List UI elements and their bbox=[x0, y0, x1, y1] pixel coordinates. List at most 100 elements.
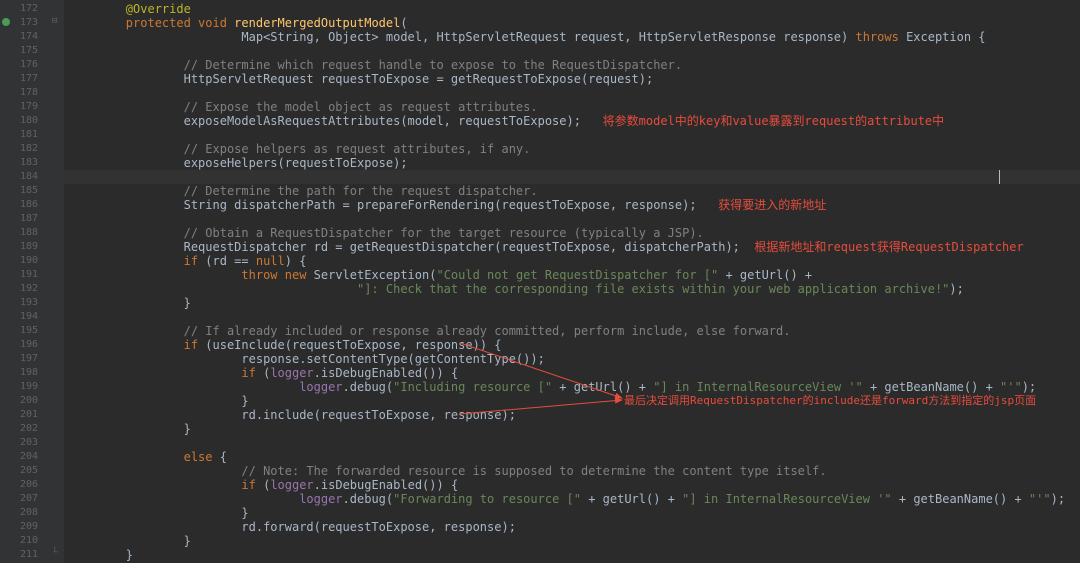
line-number: 193 bbox=[0, 296, 50, 310]
code-line[interactable]: if (logger.isDebugEnabled()) { bbox=[64, 478, 1080, 492]
code-token: throws bbox=[855, 30, 906, 44]
code-line[interactable]: // Expose the model object as request at… bbox=[64, 100, 1080, 114]
code-editor[interactable]: 1721731741751761771781791801811821831841… bbox=[0, 0, 1080, 563]
code-token: RequestDispatcher rd = getRequestDispatc… bbox=[184, 240, 740, 254]
code-line[interactable]: // Note: The forwarded resource is suppo… bbox=[64, 464, 1080, 478]
code-line[interactable] bbox=[64, 436, 1080, 450]
code-line[interactable]: // Expose helpers as request attributes,… bbox=[64, 142, 1080, 156]
line-number: 211 bbox=[0, 548, 50, 562]
code-line[interactable]: @Override bbox=[64, 2, 1080, 16]
code-line[interactable]: } bbox=[64, 506, 1080, 520]
code-token: { bbox=[220, 450, 227, 464]
line-number: 174 bbox=[0, 30, 50, 44]
code-token: } bbox=[241, 394, 248, 408]
code-line[interactable]: // Determine the path for the request di… bbox=[64, 184, 1080, 198]
line-number: 201 bbox=[0, 408, 50, 422]
code-line[interactable]: logger.debug("Forwarding to resource [" … bbox=[64, 492, 1080, 506]
line-number: 178 bbox=[0, 86, 50, 100]
code-token: exposeHelpers(requestToExpose); bbox=[184, 156, 408, 170]
code-token: ( bbox=[400, 16, 407, 30]
line-number: 189 bbox=[0, 240, 50, 254]
line-number: 175 bbox=[0, 44, 50, 58]
code-token bbox=[697, 198, 719, 212]
line-number: 176 bbox=[0, 58, 50, 72]
code-token: .debug( bbox=[343, 492, 394, 506]
code-line[interactable] bbox=[64, 128, 1080, 142]
code-token: "'" bbox=[1029, 492, 1051, 506]
code-line[interactable] bbox=[64, 212, 1080, 226]
line-number: 179 bbox=[0, 100, 50, 114]
text-caret bbox=[999, 170, 1000, 184]
code-token: // Determine which request handle to exp… bbox=[184, 58, 683, 72]
code-token: } bbox=[126, 548, 133, 562]
code-token: (rd == bbox=[205, 254, 256, 268]
code-line[interactable]: else { bbox=[64, 450, 1080, 464]
code-token: ); bbox=[949, 282, 963, 296]
line-number: 195 bbox=[0, 324, 50, 338]
code-line[interactable]: if (rd == null) { bbox=[64, 254, 1080, 268]
code-line[interactable]: rd.forward(requestToExpose, response); bbox=[64, 520, 1080, 534]
code-line[interactable] bbox=[64, 86, 1080, 100]
code-line[interactable]: Map<String, Object> model, HttpServletRe… bbox=[64, 30, 1080, 44]
code-token: // If already included or response alrea… bbox=[184, 324, 791, 338]
code-line[interactable]: throw new ServletException("Could not ge… bbox=[64, 268, 1080, 282]
gutter-override-mark bbox=[2, 18, 10, 26]
code-token: Exception { bbox=[906, 30, 985, 44]
code-line[interactable]: HttpServletRequest requestToExpose = get… bbox=[64, 72, 1080, 86]
code-line[interactable]: if (logger.isDebugEnabled()) { bbox=[64, 366, 1080, 380]
code-line[interactable]: } bbox=[64, 296, 1080, 310]
code-line[interactable] bbox=[64, 44, 1080, 58]
code-token: 获得要进入的新地址 bbox=[718, 198, 826, 212]
code-line[interactable]: // If already included or response alrea… bbox=[64, 324, 1080, 338]
code-token: else bbox=[184, 450, 220, 464]
line-number: 182 bbox=[0, 142, 50, 156]
code-token: "Including resource [" bbox=[393, 380, 559, 394]
code-line[interactable]: } bbox=[64, 548, 1080, 562]
line-number: 172 bbox=[0, 2, 50, 16]
code-token: "]: Check that the corresponding file ex… bbox=[357, 282, 949, 296]
code-token: logger bbox=[270, 478, 313, 492]
code-line[interactable]: if (useInclude(requestToExpose, response… bbox=[64, 338, 1080, 352]
line-number: 181 bbox=[0, 128, 50, 142]
code-token: if bbox=[184, 254, 206, 268]
code-line[interactable]: RequestDispatcher rd = getRequestDispatc… bbox=[64, 240, 1080, 254]
line-number: 188 bbox=[0, 226, 50, 240]
code-token: null bbox=[256, 254, 285, 268]
line-number: 207 bbox=[0, 492, 50, 506]
code-token: throw new bbox=[241, 268, 313, 282]
code-line[interactable]: protected void renderMergedOutputModel( bbox=[64, 16, 1080, 30]
code-token: logger bbox=[299, 380, 342, 394]
code-token: 根据新地址和request获得RequestDispatcher bbox=[754, 240, 1023, 254]
fold-gutter[interactable]: ⊟└ bbox=[50, 0, 64, 563]
code-token: // Expose the model object as request at… bbox=[184, 100, 538, 114]
code-token: if bbox=[241, 478, 263, 492]
code-line[interactable]: // Obtain a RequestDispatcher for the ta… bbox=[64, 226, 1080, 240]
code-token: + getUrl() + bbox=[588, 492, 682, 506]
fold-collapse-icon[interactable]: ⊟ bbox=[52, 16, 57, 26]
code-line[interactable]: // Determine which request handle to exp… bbox=[64, 58, 1080, 72]
code-line[interactable]: response.setContentType(getContentType()… bbox=[64, 352, 1080, 366]
code-line[interactable]: } bbox=[64, 534, 1080, 548]
code-token: "] in InternalResourceView '" bbox=[682, 492, 899, 506]
code-token: // Note: The forwarded resource is suppo… bbox=[241, 464, 826, 478]
code-line[interactable]: exposeModelAsRequestAttributes(model, re… bbox=[64, 114, 1080, 128]
code-content[interactable]: @Override protected void renderMergedOut… bbox=[64, 0, 1080, 563]
code-token: protected void bbox=[126, 16, 234, 30]
code-line[interactable] bbox=[64, 310, 1080, 324]
code-line[interactable]: } bbox=[64, 422, 1080, 436]
code-line[interactable]: String dispatcherPath = prepareForRender… bbox=[64, 198, 1080, 212]
code-token: } bbox=[184, 422, 191, 436]
line-number: 183 bbox=[0, 156, 50, 170]
code-line[interactable]: exposeHelpers(requestToExpose); bbox=[64, 156, 1080, 170]
code-token: "Could not get RequestDispatcher for [" bbox=[436, 268, 725, 282]
code-token: "Forwarding to resource [" bbox=[393, 492, 588, 506]
line-number: 190 bbox=[0, 254, 50, 268]
code-line[interactable]: "]: Check that the corresponding file ex… bbox=[64, 282, 1080, 296]
code-token: } bbox=[184, 296, 191, 310]
line-number: 186 bbox=[0, 198, 50, 212]
code-token: HttpServletRequest requestToExpose = get… bbox=[184, 72, 654, 86]
code-line[interactable]: rd.include(requestToExpose, response); bbox=[64, 408, 1080, 422]
code-token: Map<String, Object> model, HttpServletRe… bbox=[241, 30, 855, 44]
code-line[interactable] bbox=[64, 170, 1080, 184]
line-number: 173 bbox=[0, 16, 50, 30]
